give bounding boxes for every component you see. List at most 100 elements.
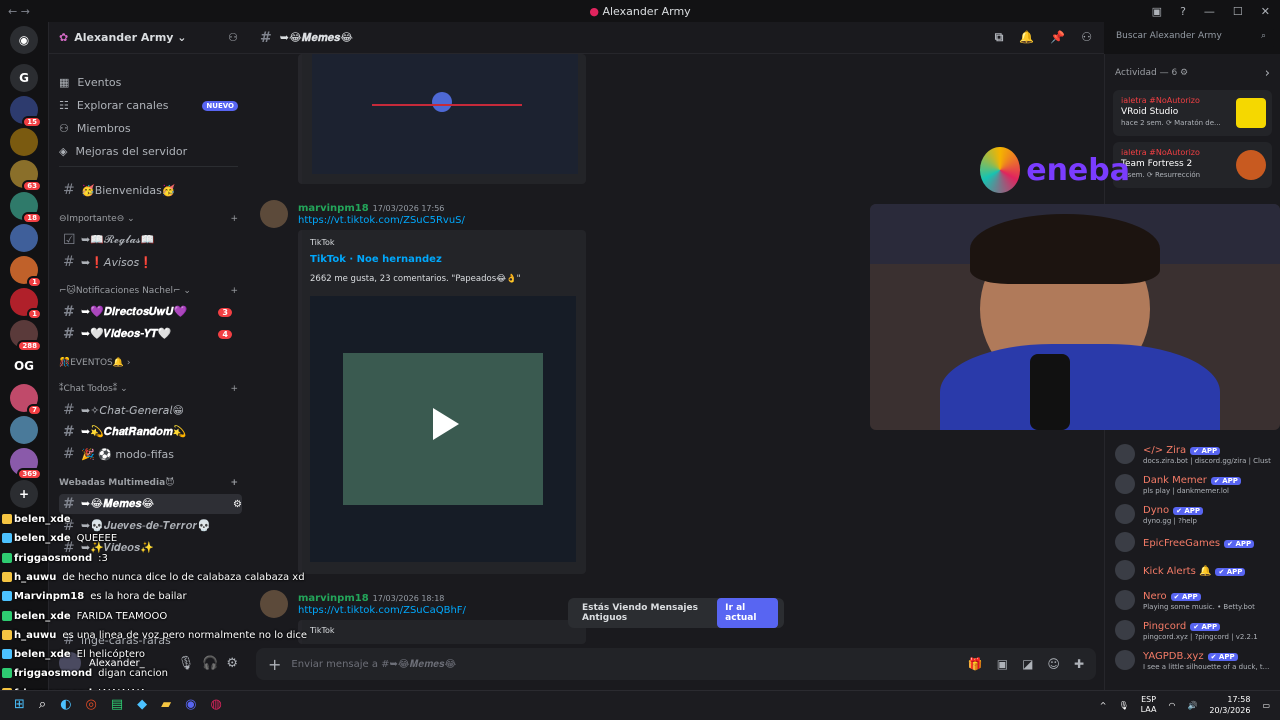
add-channel-icon[interactable]: + (230, 214, 238, 224)
add-channel-icon[interactable]: + (230, 384, 238, 394)
category-events[interactable]: 🎊EVENTOS🔔 › (59, 358, 238, 368)
server-icon[interactable]: 1 (10, 288, 42, 320)
server-icon[interactable] (10, 416, 38, 444)
server-icon[interactable]: 7 (10, 384, 42, 416)
search-taskbar-icon[interactable]: ⌕ (39, 697, 46, 712)
avatar[interactable] (260, 590, 288, 618)
member-row[interactable]: Dyno ✔ APP dyno.gg | ?help (1115, 502, 1276, 525)
microphone-icon[interactable]: 🎙 (178, 656, 195, 671)
channel-chat-random[interactable]: # ➥💫𝑪𝒉𝒂𝒕𝑹𝒂𝒏𝒅𝒐𝒎💫 (59, 422, 242, 442)
notification-icon[interactable]: ▭ (1262, 701, 1270, 710)
mic-tray-icon[interactable]: 🎙 (1118, 701, 1128, 710)
member-row[interactable]: Nero ✔ APP Playing some music. • Betty.bot (1115, 588, 1276, 611)
channel-rules[interactable]: ☑ ➥📖𝓡𝓮𝓰𝓵𝓪𝓼📖 (59, 230, 242, 250)
message-link[interactable]: https://vt.tiktok.com/ZSuC5RvuS/ (298, 215, 465, 226)
attach-plus-icon[interactable]: + (268, 655, 281, 674)
chevron-right-icon[interactable]: › (1265, 66, 1270, 81)
help-icon[interactable]: ? (1180, 5, 1186, 18)
message-composer[interactable]: + Enviar mensaje a #➥😂𝑴𝒆𝒎𝒆𝒔😂 🎁 ▣ ◪ ☺ ✚ (256, 648, 1096, 680)
add-channel-icon[interactable]: + (230, 286, 238, 296)
add-member-icon[interactable]: ⚇ (228, 31, 238, 44)
category-notifications[interactable]: ⌐🐱Notificaciones Nachel⌐ ⌄ + (59, 286, 238, 296)
channel-directos[interactable]: # ➥💜𝑫𝒊𝒓𝒆𝒄𝒕𝒐𝒔𝑼𝒘𝑼💜 3 (59, 302, 242, 322)
user-settings-icon[interactable]: ⚙ (226, 656, 238, 671)
headphones-icon[interactable]: 🎧 (202, 656, 218, 671)
server-icon[interactable]: 15 (10, 96, 42, 128)
message-input[interactable]: Enviar mensaje a #➥😂𝑴𝒆𝒎𝒆𝒔😂 (291, 659, 456, 670)
video-thumbnail[interactable] (312, 54, 578, 174)
gif-icon[interactable]: ▣ (997, 657, 1008, 671)
language-indicator[interactable]: ESP LAA (1141, 695, 1157, 715)
close-icon[interactable]: ✕ (1261, 5, 1270, 18)
old-messages-banner: Estás Viendo Mensajes Antiguos Ir al act… (568, 598, 784, 628)
category-webadas[interactable]: Webadas Multimedia😈 + (59, 478, 238, 488)
message-link[interactable]: https://vt.tiktok.com/ZSuCaQBhF/ (298, 605, 466, 616)
threads-icon[interactable]: ⧉ (995, 30, 1004, 45)
pin-icon[interactable]: 📌 (1050, 30, 1065, 45)
channel-notices[interactable]: # ➥❗𝘈𝘷𝘪𝘴𝘰𝘴❗ (59, 252, 242, 272)
member-row[interactable]: </> Zira ✔ APP docs.zira.bot | discord.gg/… (1115, 442, 1276, 465)
video-player[interactable] (310, 296, 576, 562)
search-input[interactable]: Buscar Alexander Army ⌕ (1108, 27, 1274, 49)
author-name[interactable]: marvinpm18 (298, 203, 369, 214)
member-row[interactable]: Dank Memer ✔ APP pls play | dankmemer.lol (1115, 472, 1276, 495)
add-channel-icon[interactable]: + (230, 478, 238, 488)
activity-card[interactable]: ialetra #NoAutorizo Team Fortress 2 3 se… (1113, 142, 1272, 188)
discord-taskbar-icon[interactable]: ◉ (185, 697, 196, 712)
folder-icon[interactable]: ▰ (161, 697, 171, 712)
channel-fifas[interactable]: # 🎉 ⚽ modo-fifas (59, 444, 242, 464)
obs-icon[interactable]: ◍ (211, 697, 222, 712)
server-icon[interactable]: + (10, 480, 38, 508)
jump-to-present-button[interactable]: Ir al actual (717, 598, 778, 628)
activity-card[interactable]: ialetra #NoAutorizo VRoid Studio hace 2 … (1113, 90, 1272, 136)
chrome-icon[interactable]: ◎ (86, 697, 97, 712)
server-icon[interactable] (10, 224, 38, 252)
windows-start-icon[interactable]: ⊞ (14, 697, 25, 712)
clock[interactable]: 17:58 20/3/2026 (1209, 694, 1250, 716)
emoji-icon[interactable]: ☺ (1047, 657, 1060, 671)
server-icon[interactable]: 18 (10, 192, 42, 224)
member-row[interactable]: Pingcord ✔ APP pingcord.xyz | ?pingcord | … (1115, 618, 1276, 641)
play-icon[interactable] (425, 406, 461, 442)
server-icon[interactable]: 63 (10, 160, 42, 192)
nav-boosts[interactable]: ◈ Mejoras del servidor (59, 145, 187, 158)
member-row[interactable]: Kick Alerts 🔔 ✔ APP (1115, 560, 1276, 580)
vscode-icon[interactable]: ◆ (137, 697, 147, 712)
wifi-icon[interactable]: ◠ (1168, 701, 1175, 710)
app-icon[interactable]: ▤ (111, 697, 123, 712)
server-icon[interactable]: 288 (10, 320, 42, 352)
channel-videos-yt[interactable]: # ➥🤍𝑽𝒊𝒅𝒆𝒐𝒔-𝒀𝑻🤍 4 (59, 324, 242, 344)
channel-memes-selected[interactable]: # ➥😂𝑴𝒆𝒎𝒆𝒔😂 ⚙ (59, 494, 242, 514)
category-important[interactable]: ⊖Importante⊖ ⌄ + (59, 214, 238, 224)
nav-members[interactable]: ⚇ Miembros (59, 122, 131, 135)
minimize-icon[interactable]: — (1204, 5, 1215, 18)
category-chat[interactable]: ⁑Chat Todos⁑ ⌄ + (59, 384, 238, 394)
maximize-icon[interactable]: ☐ (1233, 5, 1243, 18)
server-header[interactable]: ✿ Alexander Army ⌄ ⚇ (49, 22, 248, 54)
channel-welcome[interactable]: # 🥳Bienvenidas🥳 (59, 180, 242, 200)
member-row[interactable]: YAGPDB.xyz ✔ APP I see a little silhouette… (1115, 648, 1276, 671)
embed-title[interactable]: TikTok · Noe hernandez (310, 254, 442, 265)
edge-icon[interactable]: ◐ (60, 697, 71, 712)
server-icon[interactable] (10, 128, 38, 156)
discord-home-icon[interactable]: ◉ (10, 26, 38, 54)
server-icon[interactable]: 369 (10, 448, 42, 480)
server-icon[interactable]: G (10, 64, 38, 92)
nav-explore[interactable]: ☷ Explorar canales NUEVO (59, 99, 238, 112)
chevron-up-icon[interactable]: ^ (1100, 701, 1107, 710)
server-icon[interactable]: 1 (10, 256, 42, 288)
inbox-icon[interactable]: ▣ (1152, 5, 1162, 18)
channel-chat-general[interactable]: # ➥✧𝘊𝘩𝘢𝘵-𝘎𝘦𝘯𝘦𝘳𝘢𝘭😁 (59, 400, 242, 420)
member-list-icon[interactable]: ⚇ (1081, 30, 1092, 45)
nav-events[interactable]: ▦ Eventos (59, 76, 121, 89)
apps-icon[interactable]: ✚ (1074, 657, 1084, 671)
gift-icon[interactable]: 🎁 (968, 657, 983, 671)
bell-icon[interactable]: 🔔 (1019, 30, 1034, 45)
settings-gear-icon[interactable]: ⚙ (233, 499, 242, 510)
author-name[interactable]: marvinpm18 (298, 593, 369, 604)
volume-icon[interactable]: 🔊 (1187, 701, 1197, 710)
member-row[interactable]: EpicFreeGames ✔ APP (1115, 532, 1276, 552)
avatar[interactable] (260, 200, 288, 228)
sticker-icon[interactable]: ◪ (1022, 657, 1033, 671)
server-icon[interactable]: OG (10, 352, 38, 380)
